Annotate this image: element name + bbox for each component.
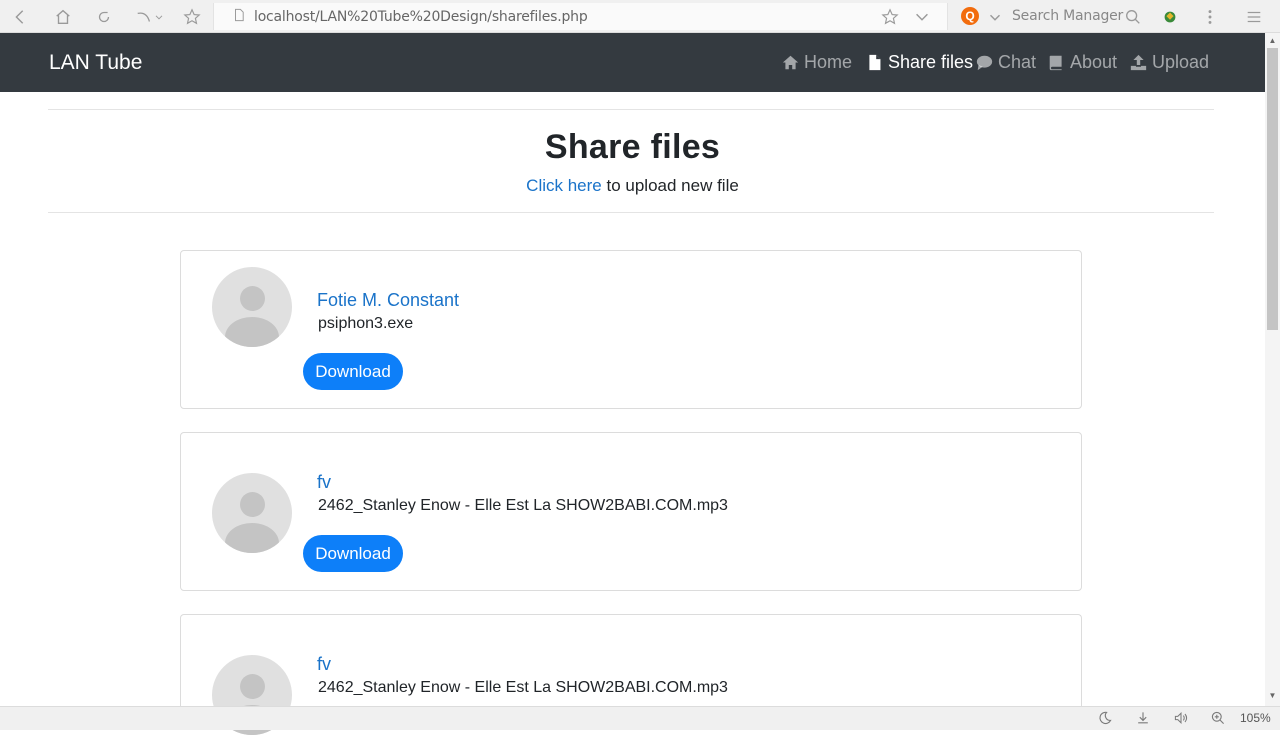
extension-icon[interactable]: [1160, 7, 1180, 27]
avatar: [212, 473, 292, 553]
file-card: fv 2462_Stanley Enow - Elle Est La SHOW2…: [180, 614, 1082, 735]
divider: [48, 109, 1214, 110]
nav-home-label: Home: [804, 52, 853, 72]
nav-share-files-label: Share files: [888, 52, 974, 72]
file-name: psiphon3.exe: [318, 315, 414, 332]
nav-share-files[interactable]: Share files: [866, 52, 973, 73]
favorite-star-icon[interactable]: [182, 7, 202, 27]
upload-icon: [1130, 54, 1147, 71]
download-button[interactable]: Download: [303, 535, 403, 572]
file-owner-name[interactable]: fv: [317, 472, 331, 493]
nav-upload-label: Upload: [1152, 52, 1210, 72]
nav-about[interactable]: About: [1048, 52, 1117, 73]
search-engine-icon[interactable]: Q: [961, 7, 979, 25]
avatar: [212, 267, 292, 347]
status-bar: 105%: [0, 706, 1280, 730]
menu-icon[interactable]: [1244, 7, 1264, 27]
nav-upload[interactable]: Upload: [1130, 52, 1209, 73]
file-name: 2462_Stanley Enow - Elle Est La SHOW2BAB…: [318, 679, 728, 696]
page-title: Share files: [544, 128, 721, 166]
divider: [48, 212, 1214, 213]
scrollbar-thumb[interactable]: [1267, 48, 1278, 330]
file-icon: [869, 54, 881, 71]
volume-icon[interactable]: [1173, 710, 1191, 728]
back-icon[interactable]: [10, 7, 30, 27]
search-engine-chevron-icon[interactable]: [985, 7, 1005, 27]
download-button[interactable]: Download: [303, 353, 403, 390]
address-bar[interactable]: localhost/LAN%20Tube%20Design/sharefiles…: [213, 3, 948, 30]
nav-home[interactable]: Home: [782, 52, 852, 73]
navbar: LAN Tube Home Share files Chat About Upl…: [0, 33, 1265, 92]
page-icon: [232, 8, 246, 22]
history-icon[interactable]: [134, 7, 154, 27]
nav-chat-label: Chat: [998, 52, 1037, 72]
scroll-up-arrow[interactable]: ▲: [1267, 36, 1278, 46]
more-options-icon[interactable]: [1200, 7, 1220, 27]
chat-icon: [976, 55, 993, 71]
night-mode-icon[interactable]: [1097, 710, 1115, 728]
home-browser-icon[interactable]: [53, 7, 73, 27]
download-manager-icon[interactable]: [1135, 710, 1153, 728]
bookmark-star-icon[interactable]: [880, 7, 900, 27]
book-icon: [1049, 55, 1062, 71]
browser-toolbar: localhost/LAN%20Tube%20Design/sharefiles…: [0, 0, 1280, 33]
url-text: localhost/LAN%20Tube%20Design/sharefiles…: [254, 9, 588, 25]
chevron-down-icon[interactable]: [153, 7, 165, 27]
file-card: Fotie M. Constant psiphon3.exe Download: [180, 250, 1082, 409]
zoom-level[interactable]: 105%: [1240, 711, 1271, 725]
file-card: fv 2462_Stanley Enow - Elle Est La SHOW2…: [180, 432, 1082, 591]
home-icon: [782, 55, 799, 70]
nav-about-label: About: [1070, 52, 1118, 72]
scroll-down-arrow[interactable]: ▼: [1267, 691, 1278, 701]
nav-chat[interactable]: Chat: [976, 52, 1036, 73]
file-owner-name[interactable]: Fotie M. Constant: [317, 290, 459, 311]
search-input[interactable]: Search Manager: [1012, 8, 1123, 24]
zoom-icon[interactable]: [1210, 710, 1228, 728]
upload-prompt-text: to upload new file: [601, 176, 739, 195]
search-icon[interactable]: [1123, 7, 1143, 27]
reload-icon[interactable]: [94, 7, 114, 27]
dropdown-chevron-icon[interactable]: [912, 7, 932, 27]
file-name: 2462_Stanley Enow - Elle Est La SHOW2BAB…: [318, 497, 728, 514]
upload-prompt: Click here to upload new file: [0, 176, 1265, 196]
upload-link[interactable]: Click here: [526, 176, 602, 195]
brand-logo[interactable]: LAN Tube: [49, 51, 142, 75]
file-owner-name[interactable]: fv: [317, 654, 331, 675]
